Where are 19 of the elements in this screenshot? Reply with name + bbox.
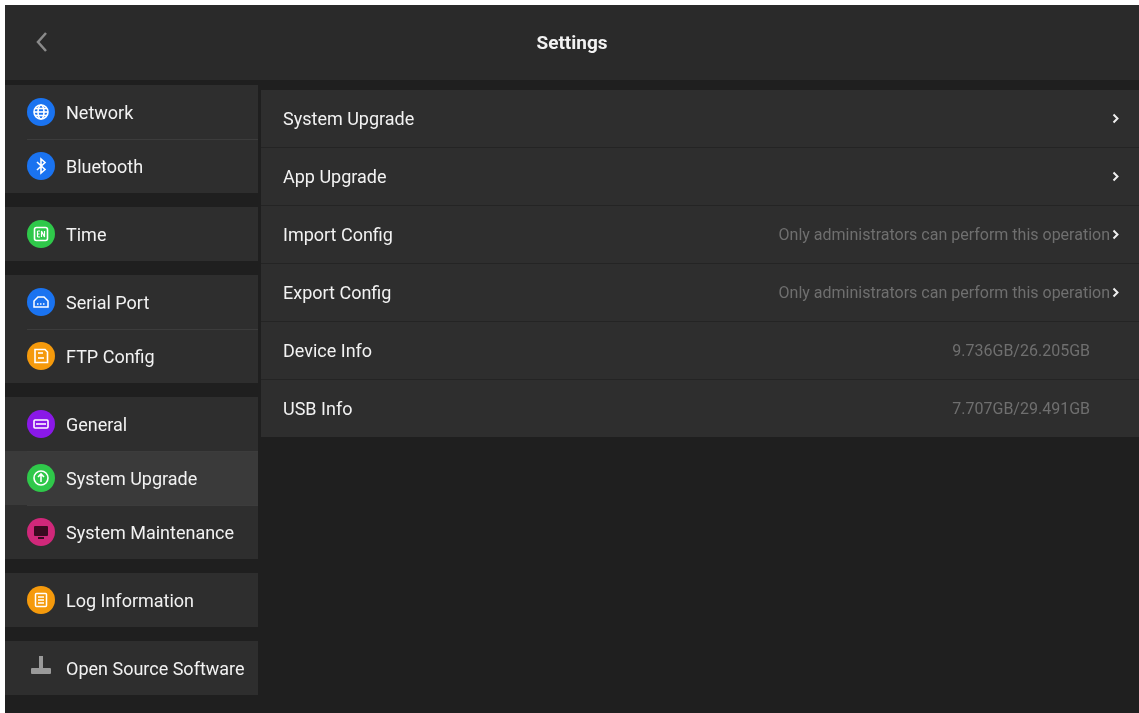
settings-row[interactable]: Device Info 9.736GB/26.205GB xyxy=(261,322,1139,380)
settings-row[interactable]: Export Config Only administrators can perform this operation xyxy=(261,264,1139,322)
settings-row[interactable]: Import Config Only administrators can perform this operation xyxy=(261,206,1139,264)
sidebar-item[interactable]: System Maintenance xyxy=(5,505,258,559)
sidebar-item[interactable]: Open Source Software xyxy=(5,641,258,695)
settings-row[interactable]: USB Info 7.707GB/29.491GB xyxy=(261,380,1139,437)
sidebar-item[interactable]: Time xyxy=(5,207,258,261)
sidebar-item[interactable]: Log Information xyxy=(5,573,258,627)
settings-row[interactable]: App Upgrade xyxy=(261,148,1139,206)
back-button[interactable] xyxy=(35,31,49,53)
sidebar-item[interactable]: Network xyxy=(5,85,258,139)
sidebar-item[interactable]: General xyxy=(5,397,258,451)
header-title: Settings xyxy=(536,31,608,54)
sidebar-item[interactable]: System Upgrade xyxy=(5,451,258,505)
back-chevron-icon xyxy=(35,31,49,53)
sidebar-item[interactable]: Serial Port xyxy=(5,275,258,329)
settings-row[interactable]: System Upgrade xyxy=(261,90,1139,148)
sidebar-item[interactable]: FTP Config xyxy=(5,329,258,383)
sidebar-item[interactable]: Bluetooth xyxy=(5,139,258,193)
